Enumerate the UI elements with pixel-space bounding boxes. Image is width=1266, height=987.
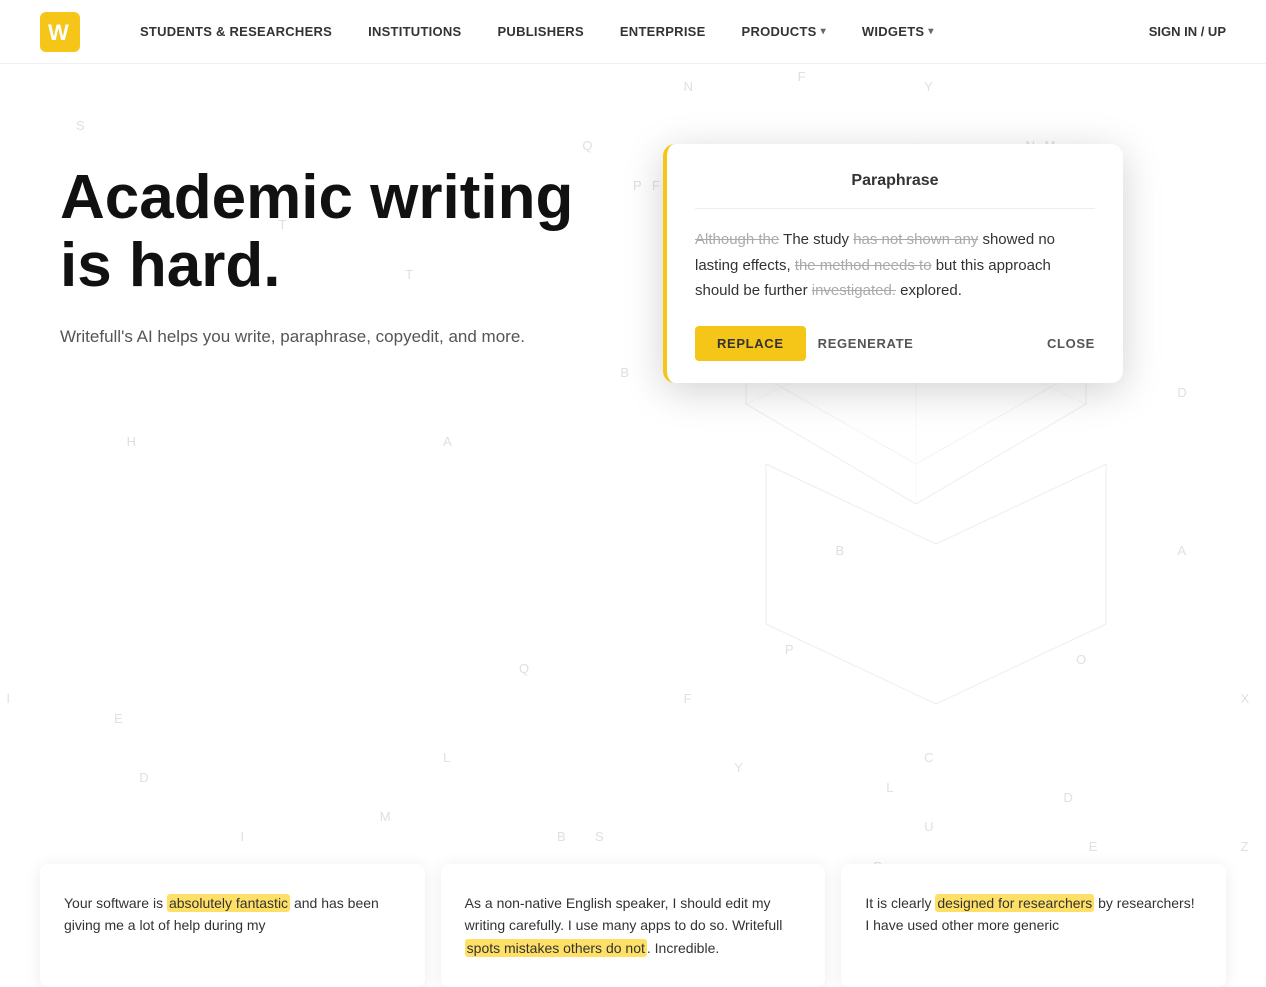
replace-button[interactable]: REPLACE <box>695 326 806 361</box>
testimonials-section: Your software is absolutely fantastic an… <box>0 824 1266 987</box>
logo[interactable]: W <box>40 12 80 52</box>
bg-letter: E <box>114 711 123 726</box>
testimonial-2-text-after: . Incredible. <box>647 940 719 956</box>
bg-letter: D <box>139 770 148 785</box>
nav-products[interactable]: PRODUCTS ▾ <box>742 24 826 39</box>
testimonial-card-1: Your software is absolutely fantastic an… <box>40 864 425 987</box>
replacement-text4: explored. <box>900 282 962 299</box>
signin-button[interactable]: SIGN IN / UP <box>1149 24 1226 39</box>
card-area: Paraphrase Although the The study has no… <box>580 144 1206 383</box>
bg-letter: Y <box>734 760 743 775</box>
testimonial-1-text-before: Your software is <box>64 895 167 911</box>
paraphrase-card: Paraphrase Although the The study has no… <box>663 144 1123 383</box>
bg-letter: M <box>380 809 391 824</box>
nav-enterprise[interactable]: ENTERPRISE <box>620 24 706 39</box>
chevron-down-icon: ▾ <box>928 26 933 37</box>
bg-letter: C <box>924 750 933 765</box>
main-content: Academic writing is hard. Writefull's AI… <box>0 64 1266 664</box>
navigation: W STUDENTS & RESEARCHERS INSTITUTIONS PU… <box>0 0 1266 64</box>
nav-widgets[interactable]: WIDGETS ▾ <box>862 24 934 39</box>
nav-institutions[interactable]: INSTITUTIONS <box>368 24 461 39</box>
card-text: Although the The study has not shown any… <box>695 227 1095 304</box>
chevron-down-icon: ▾ <box>821 26 826 37</box>
hero-section: Academic writing is hard. Writefull's AI… <box>60 144 580 382</box>
original-text-struck4: investigated. <box>812 282 896 299</box>
bg-letter: F <box>684 691 692 706</box>
testimonial-1-highlight: absolutely fantastic <box>167 894 290 912</box>
replacement-text1: The study <box>783 231 853 248</box>
card-actions: REPLACE REGENERATE CLOSE <box>695 326 1095 361</box>
original-text-struck3: the method needs to <box>795 257 932 274</box>
close-button[interactable]: CLOSE <box>1047 336 1095 351</box>
bg-letter: X <box>1241 691 1250 706</box>
testimonial-3-highlight: designed for researchers <box>935 894 1094 912</box>
bg-letter: L <box>886 780 893 795</box>
testimonial-2-text-before: As a non-native English speaker, I shoul… <box>465 895 783 933</box>
testimonial-card-3: It is clearly designed for researchers b… <box>841 864 1226 987</box>
hero-title: Academic writing is hard. <box>60 164 580 300</box>
testimonial-card-2: As a non-native English speaker, I shoul… <box>441 864 826 987</box>
card-divider <box>695 208 1095 209</box>
bg-letter: D <box>1063 790 1072 805</box>
bg-letter: I <box>6 691 10 706</box>
testimonial-3-text-before: It is clearly <box>865 895 935 911</box>
nav-publishers[interactable]: PUBLISHERS <box>497 24 583 39</box>
original-text-struck1: Although the <box>695 231 779 248</box>
testimonial-2-highlight: spots mistakes others do not <box>465 939 647 957</box>
hero-subtitle: Writefull's AI helps you write, paraphra… <box>60 324 580 350</box>
original-text-struck2: has not shown any <box>853 231 978 248</box>
regenerate-button[interactable]: REGENERATE <box>818 336 914 351</box>
svg-text:W: W <box>48 20 69 45</box>
nav-links: STUDENTS & RESEARCHERS INSTITUTIONS PUBL… <box>140 24 1149 39</box>
card-title: Paraphrase <box>695 172 1095 190</box>
bg-letter: L <box>443 750 450 765</box>
nav-students[interactable]: STUDENTS & RESEARCHERS <box>140 24 332 39</box>
